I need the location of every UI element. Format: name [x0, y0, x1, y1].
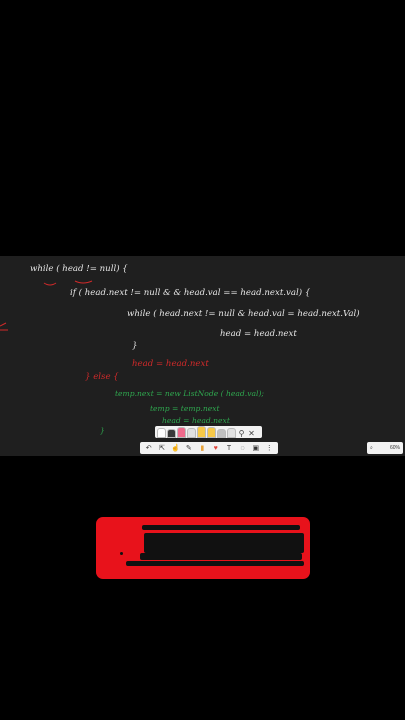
touch-icon[interactable]: ☝: [170, 443, 180, 453]
image-icon[interactable]: ▣: [251, 443, 261, 453]
shapes-icon[interactable]: ◌: [237, 443, 247, 453]
zoom-level: 60%: [389, 445, 400, 451]
pen-swatch[interactable]: [217, 429, 226, 438]
more-icon[interactable]: ⋮: [264, 443, 274, 453]
redaction-stroke: [140, 553, 302, 560]
redaction-stroke: [142, 525, 300, 530]
pen-swatch[interactable]: [187, 428, 196, 438]
zoom-control[interactable]: ⌕ 60%: [367, 442, 403, 454]
undo-icon[interactable]: ↶: [144, 443, 154, 453]
highlighter-icon[interactable]: ▮: [197, 443, 207, 453]
eraser-icon[interactable]: ♥: [211, 443, 221, 453]
redacted-card: [96, 517, 310, 579]
redaction-stroke: [126, 561, 304, 566]
text-icon[interactable]: T: [224, 443, 234, 453]
select-icon[interactable]: ⇱: [157, 443, 167, 453]
redaction-stroke: [144, 533, 304, 553]
redaction-stroke: [120, 552, 123, 555]
pen-icon[interactable]: ✎: [184, 443, 194, 453]
pen-swatch[interactable]: [167, 429, 176, 438]
pen-swatch[interactable]: [227, 428, 236, 438]
drawing-toolbar[interactable]: ↶ ⇱ ☝ ✎ ▮ ♥ T ◌ ▣ ⋮: [140, 442, 278, 454]
pen-swatch[interactable]: [177, 427, 186, 438]
pen-tray[interactable]: ⚲ ✕: [155, 426, 262, 438]
search-icon[interactable]: ⚲: [237, 428, 246, 438]
pen-swatch[interactable]: [197, 426, 206, 438]
close-icon[interactable]: ✕: [247, 428, 256, 438]
pen-swatch[interactable]: [207, 427, 216, 438]
pen-swatch[interactable]: [157, 428, 166, 438]
zoom-icon[interactable]: ⌕: [370, 445, 373, 451]
